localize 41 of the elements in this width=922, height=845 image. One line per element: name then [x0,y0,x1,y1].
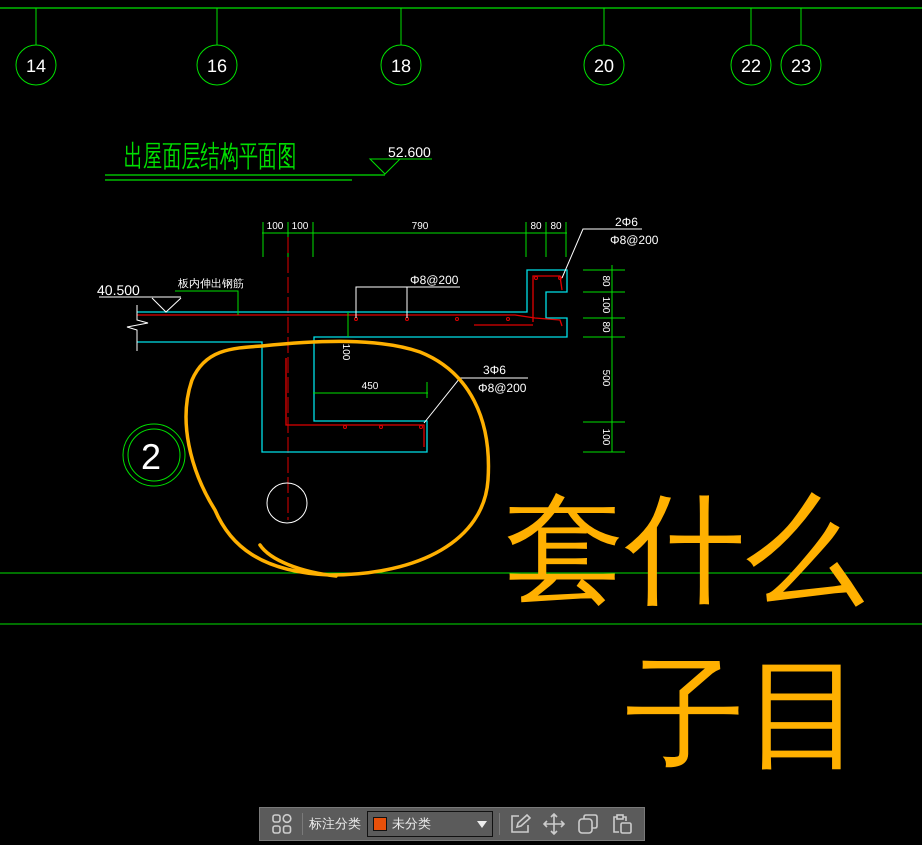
edit-icon[interactable] [509,813,531,835]
rebar-label: Φ8@200 [478,381,526,395]
dimension-value: 100 [600,296,611,314]
leader-line [174,290,238,316]
detail-number: 2 [140,436,162,477]
grid-icon[interactable] [271,813,293,835]
move-icon[interactable] [543,813,565,835]
break-line [126,304,148,352]
detail-marker [122,424,186,486]
dimension-value: 80 [600,321,611,333]
rebar-label: Φ8@200 [410,273,458,287]
paste-icon[interactable] [611,813,633,835]
axis-label: 16 [206,56,228,76]
dimension-value: 790 [412,221,428,232]
dimension-value: 100 [266,221,284,232]
copy-icon[interactable] [577,813,599,835]
drawing-title: 出屋面层结构平面图 [124,138,296,174]
elevation-value: 52.600 [388,144,431,160]
dimension-value: 450 [362,381,378,392]
handwritten-note: 子目 [625,645,865,784]
category-label: 标注分类 [308,816,361,833]
axis-label: 14 [26,56,46,76]
dimension-value: 80 [550,221,562,232]
rebar-label: Φ8@200 [610,233,658,247]
dimension-value: 80 [530,221,542,232]
dimension-value: 80 [600,275,611,287]
rebar-label: 3Φ6 [483,363,506,377]
axis-label: 23 [790,56,812,76]
dimension-value: 100 [292,221,308,232]
category-dropdown[interactable]: 未分类 [366,811,494,837]
axis-label: 22 [740,56,762,76]
dimension-value: 500 [600,370,611,386]
dimension-value: 100 [340,344,351,360]
dimension-value: 100 [600,428,611,446]
rebar-note: 板内伸出钢筋 [178,278,244,290]
rebar-label: 2Φ6 [615,215,638,229]
axis-label: 20 [594,56,614,76]
axis-label: 18 [390,56,412,76]
caret-icon [477,820,488,828]
elevation-value: 40.500 [97,282,140,298]
column-circle [266,482,308,524]
